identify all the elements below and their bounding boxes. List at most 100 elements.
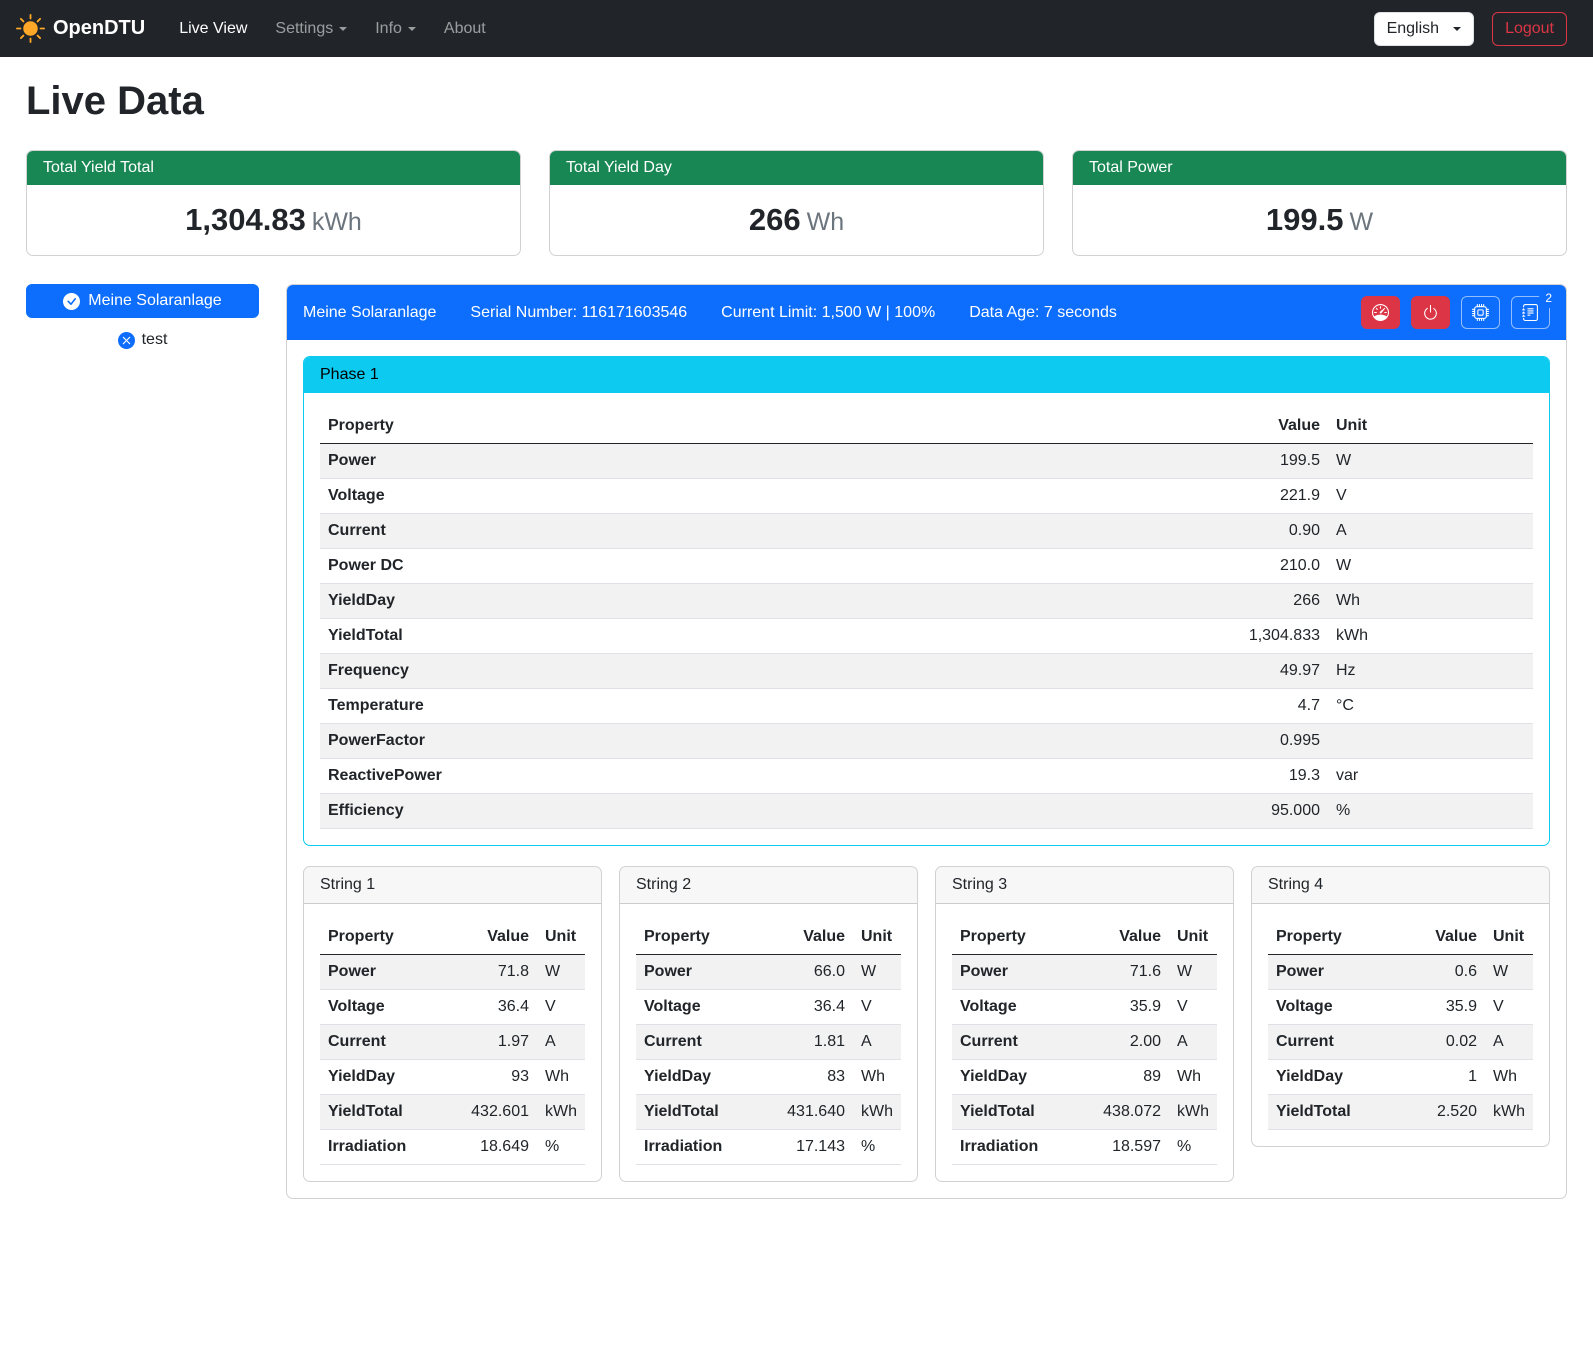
summary-card-body: 199.5W [1073, 185, 1566, 255]
phase-1-card: Phase 1 Property Value Unit [303, 356, 1550, 846]
table-row: PowerFactor 0.995 [320, 724, 1533, 759]
unit-cell: % [1169, 1130, 1217, 1165]
value-cell: 35.9 [1089, 990, 1169, 1025]
column-header-value: Value [773, 920, 853, 955]
summary-card-body: 1,304.83kWh [27, 185, 520, 255]
property-cell: YieldDay [320, 1060, 457, 1095]
nav-item-settings[interactable]: Settings [261, 12, 361, 46]
value-cell: 89 [1089, 1060, 1169, 1095]
table-row: Efficiency 95.000 % [320, 794, 1533, 829]
top-navbar: OpenDTU Live View Settings Info About En… [0, 0, 1593, 57]
unit-cell: kWh [1485, 1095, 1533, 1130]
property-cell: Current [320, 1025, 457, 1060]
unit-cell: V [1328, 479, 1533, 514]
string-4-title: String 4 [1252, 867, 1549, 904]
value-cell: 2.520 [1405, 1095, 1485, 1130]
value-cell: 18.649 [457, 1130, 537, 1165]
property-cell: YieldTotal [952, 1095, 1089, 1130]
value-cell: 71.8 [457, 955, 537, 990]
string-4-table: Property Value Unit Power [1268, 920, 1533, 1130]
value-cell: 19.3 [1198, 759, 1328, 794]
column-header-value: Value [1405, 920, 1485, 955]
unit-cell: W [537, 955, 585, 990]
nav-item-info[interactable]: Info [361, 12, 430, 46]
value-cell: 0.90 [1198, 514, 1328, 549]
property-cell: Voltage [320, 479, 1198, 514]
property-cell: Voltage [952, 990, 1089, 1025]
property-cell: Power [1268, 955, 1405, 990]
unit-cell: W [853, 955, 901, 990]
table-header-row: Property Value Unit [636, 920, 901, 955]
property-cell: Power [320, 444, 1198, 479]
unit-cell: kWh [537, 1095, 585, 1130]
column-header-unit: Unit [1485, 920, 1533, 955]
event-count-badge: 2 [1539, 288, 1558, 308]
table-row: YieldTotal 1,304.833 kWh [320, 619, 1533, 654]
table-row: Current 0.90 A [320, 514, 1533, 549]
property-cell: Efficiency [320, 794, 1198, 829]
unit-cell: A [1485, 1025, 1533, 1060]
language-selector[interactable]: English [1374, 12, 1474, 46]
table-row: Current 2.00 A [952, 1025, 1217, 1060]
summary-card-title: Total Power [1073, 151, 1566, 185]
unit-cell: Wh [1169, 1060, 1217, 1095]
property-cell: Voltage [320, 990, 457, 1025]
summary-card-unit: Wh [807, 208, 845, 236]
property-cell: Current [320, 514, 1198, 549]
logout-button[interactable]: Logout [1492, 12, 1567, 46]
inverter-select-test[interactable]: test [26, 331, 259, 349]
inverter-card-header: Meine Solaranlage Serial Number: 1161716… [287, 285, 1566, 340]
column-header-value: Value [457, 920, 537, 955]
summary-card-total-yield-total: Total Yield Total 1,304.83kWh [26, 150, 521, 256]
table-row: YieldTotal 431.640 kWh [636, 1095, 901, 1130]
property-cell: YieldTotal [1268, 1095, 1405, 1130]
summary-card-value: 266 [749, 202, 801, 237]
table-row: Voltage 35.9 V [1268, 990, 1533, 1025]
column-header-property: Property [636, 920, 773, 955]
limit-settings-button[interactable] [1361, 296, 1400, 329]
table-row: YieldTotal 432.601 kWh [320, 1095, 585, 1130]
table-row: Power 0.6 W [1268, 955, 1533, 990]
property-cell: Temperature [320, 689, 1198, 724]
property-cell: YieldTotal [636, 1095, 773, 1130]
table-row: Power 71.6 W [952, 955, 1217, 990]
string-2-card: String 2 Property Value Unit [619, 866, 918, 1182]
column-header-value: Value [1089, 920, 1169, 955]
strings-row: String 1 Property Value Unit [303, 866, 1550, 1182]
property-cell: YieldTotal [320, 619, 1198, 654]
string-4-card: String 4 Property Value Unit [1251, 866, 1550, 1147]
unit-cell: W [1485, 955, 1533, 990]
unit-cell: % [1328, 794, 1533, 829]
unit-cell: W [1328, 444, 1533, 479]
table-header-row: Property Value Unit [1268, 920, 1533, 955]
nav-item-live-view[interactable]: Live View [165, 12, 261, 46]
value-cell: 18.597 [1089, 1130, 1169, 1165]
nav-item-label: Live View [179, 20, 247, 38]
journal-icon [1522, 304, 1539, 321]
unit-cell: % [537, 1130, 585, 1165]
table-row: Current 1.97 A [320, 1025, 585, 1060]
property-cell: Power [636, 955, 773, 990]
nav-item-about[interactable]: About [430, 12, 500, 46]
unit-cell: °C [1328, 689, 1533, 724]
nav-item-label: Settings [275, 20, 333, 38]
property-cell: Voltage [636, 990, 773, 1025]
table-row: Irradiation 18.649 % [320, 1130, 585, 1165]
property-cell: Current [1268, 1025, 1405, 1060]
table-row: ReactivePower 19.3 var [320, 759, 1533, 794]
property-cell: Irradiation [636, 1130, 773, 1165]
summary-card-total-power: Total Power 199.5W [1072, 150, 1567, 256]
power-control-button[interactable] [1411, 296, 1450, 329]
inverter-select-label: Meine Solaranlage [88, 292, 221, 310]
phase-1-table: Property Value Unit Power [320, 409, 1533, 829]
inverter-select-meine-solaranlage[interactable]: Meine Solaranlage [26, 284, 259, 318]
unit-cell: Wh [853, 1060, 901, 1095]
brand[interactable]: OpenDTU [16, 14, 145, 43]
property-cell: Current [636, 1025, 773, 1060]
event-log-button[interactable]: 2 [1511, 296, 1550, 329]
value-cell: 36.4 [457, 990, 537, 1025]
speedometer-icon [1372, 304, 1389, 321]
device-info-button[interactable] [1461, 296, 1500, 329]
value-cell: 0.02 [1405, 1025, 1485, 1060]
value-cell: 438.072 [1089, 1095, 1169, 1130]
